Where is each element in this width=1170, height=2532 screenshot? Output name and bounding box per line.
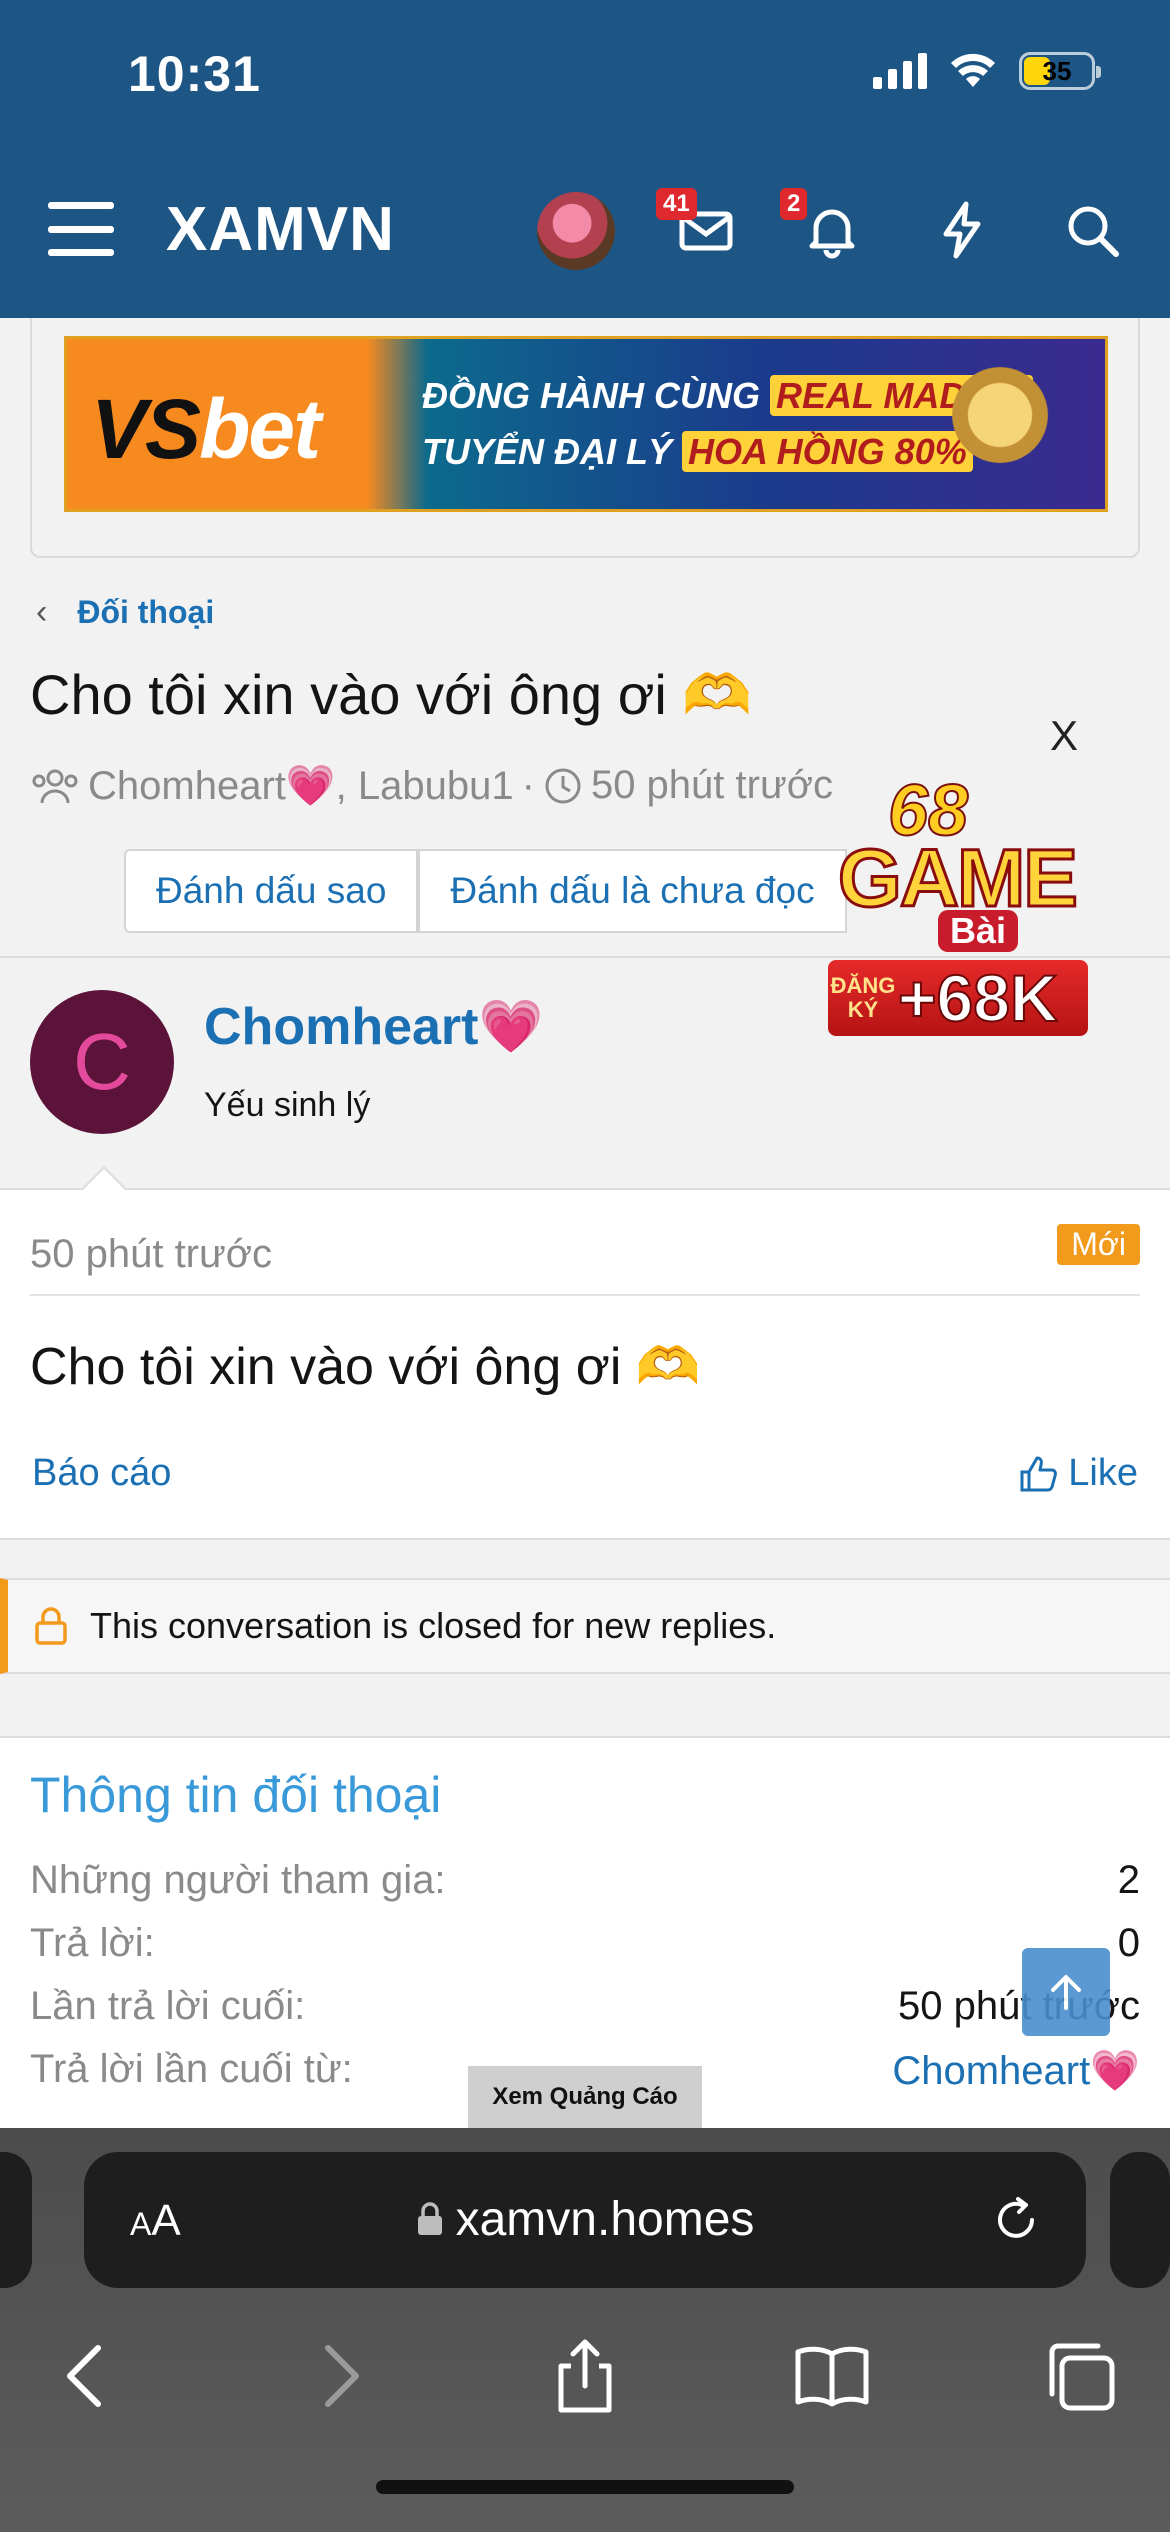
- top-bar: 10:31 35 XAMVN 41 2: [0, 0, 1170, 318]
- address-bar[interactable]: AA xamvn.homes: [84, 2152, 1086, 2288]
- info-label: Trả lời:: [30, 1921, 155, 1965]
- brand-logo[interactable]: XAMVN: [166, 194, 395, 265]
- author-title: Yếu sinh lý: [204, 1086, 371, 1124]
- lock-icon: [417, 2202, 442, 2235]
- game-ad-bai: Bài: [938, 910, 1019, 952]
- ad-container: VSbet ĐỒNG HÀNH CÙNG REAL MADRID TUYỂN Đ…: [30, 318, 1140, 558]
- view-ad-button[interactable]: Xem Quảng Cáo: [468, 2066, 702, 2128]
- battery-level: 35: [1042, 55, 1072, 86]
- like-label: Like: [1068, 1452, 1138, 1494]
- participants[interactable]: Chomheart💗, Labubu1: [88, 762, 514, 809]
- bell-icon[interactable]: [802, 200, 862, 260]
- tabs-icon[interactable]: [1040, 2336, 1120, 2416]
- browser-toolbar: AA xamvn.homes: [0, 2128, 1170, 2532]
- prev-tab-pill[interactable]: [0, 2152, 32, 2288]
- post-time[interactable]: 50 phút trước: [30, 1232, 272, 1277]
- thread-meta: Chomheart💗, Labubu1 · 50 phút trước: [30, 762, 833, 809]
- divider: [30, 1294, 1140, 1296]
- last-reply-user[interactable]: Chomheart💗: [892, 2047, 1140, 2107]
- bookmarks-icon[interactable]: [792, 2336, 872, 2416]
- url-field[interactable]: xamvn.homes: [84, 2192, 1086, 2247]
- breadcrumb-conversations[interactable]: Đối thoại: [77, 594, 214, 631]
- floating-game-ad[interactable]: X 68 GAME Bài ĐĂNG KÝ +68K: [818, 712, 1108, 1040]
- post-body: Cho tôi xin vào với ông ơi 🫶: [30, 1338, 701, 1396]
- closed-notice-text: This conversation is closed for new repl…: [90, 1605, 777, 1646]
- share-icon[interactable]: [545, 2336, 625, 2416]
- signal-icon: [873, 53, 927, 89]
- status-time: 10:31: [128, 46, 261, 102]
- vsbet-ad-banner[interactable]: VSbet ĐỒNG HÀNH CÙNG REAL MADRID TUYỂN Đ…: [64, 336, 1108, 512]
- new-badge: Mới: [1057, 1224, 1140, 1265]
- author-name[interactable]: Chomheart💗: [204, 996, 543, 1057]
- forward-icon[interactable]: [298, 2336, 378, 2416]
- info-value: 2: [1117, 1858, 1140, 1902]
- author-avatar[interactable]: C: [30, 990, 174, 1134]
- alerts-badge: 2: [780, 188, 808, 220]
- chevron-left-icon: ‹: [36, 593, 48, 631]
- back-icon[interactable]: [48, 2336, 128, 2416]
- info-label: Lần trả lời cuối:: [30, 1984, 306, 2028]
- meta-separator: ·: [521, 763, 535, 807]
- like-button[interactable]: Like: [1018, 1452, 1138, 1495]
- search-icon[interactable]: [1062, 200, 1122, 260]
- game-ad-register-label: ĐĂNG KÝ: [830, 973, 896, 1022]
- breadcrumb[interactable]: ‹ Đối thoại: [36, 593, 214, 632]
- closed-notice: This conversation is closed for new repl…: [0, 1578, 1170, 1674]
- lock-icon: [35, 1607, 67, 1645]
- users-icon: [32, 769, 78, 803]
- star-button[interactable]: Đánh dấu sao: [124, 849, 419, 933]
- speech-arrow: [80, 1166, 128, 1191]
- menu-icon[interactable]: [48, 202, 114, 256]
- thread-actions: Đánh dấu sao Đánh dấu là chưa đọc: [124, 849, 847, 933]
- info-title: Thông tin đối thoại: [30, 1767, 442, 1823]
- status-icons: 35: [873, 52, 1101, 90]
- trophy-image: [925, 359, 1075, 499]
- game-ad-bonus: +68K: [897, 960, 1059, 1036]
- page-title: Cho tôi xin vào với ông ơi 🫶: [30, 663, 753, 726]
- wifi-icon: [951, 53, 995, 87]
- user-avatar[interactable]: [537, 192, 615, 270]
- reload-icon[interactable]: [988, 2192, 1044, 2248]
- info-label: Những người tham gia:: [30, 1858, 446, 1902]
- browser-nav-row: [0, 2328, 1170, 2448]
- home-indicator: [376, 2480, 794, 2494]
- mark-unread-button[interactable]: Đánh dấu là chưa đọc: [418, 849, 847, 933]
- thread-time: 50 phút trước: [590, 763, 833, 807]
- battery-icon: 35: [1019, 52, 1101, 90]
- next-tab-pill[interactable]: [1110, 2152, 1170, 2288]
- message-card: 50 phút trước Mới Cho tôi xin vào với ôn…: [0, 1166, 1170, 1540]
- info-value: 0: [1117, 1921, 1140, 1965]
- info-row: Những người tham gia: 2: [30, 1858, 1140, 1918]
- info-row: Trả lời: 0: [30, 1921, 1140, 1981]
- bolt-icon[interactable]: [932, 200, 992, 260]
- scroll-top-button[interactable]: [1022, 1948, 1110, 2036]
- messages-badge: 41: [656, 188, 697, 220]
- ad-logo: VSbet: [91, 382, 321, 476]
- main-nav: XAMVN 41 2: [0, 180, 1170, 280]
- game-ad-register[interactable]: ĐĂNG KÝ +68K: [828, 960, 1088, 1036]
- ad-line-2: TUYỂN ĐẠI LÝ HOA HỒNG 80%: [422, 431, 973, 473]
- arrow-up-icon: [1051, 1975, 1081, 2010]
- clock-icon: [545, 768, 581, 803]
- close-ad-button[interactable]: X: [1050, 712, 1078, 760]
- info-row: Lần trả lời cuối: 50 phút trước: [30, 1984, 1140, 2044]
- info-label: Trả lời lần cuối từ:: [30, 2047, 353, 2091]
- thumbs-up-icon: [1020, 1456, 1058, 1491]
- report-link[interactable]: Báo cáo: [32, 1452, 171, 1495]
